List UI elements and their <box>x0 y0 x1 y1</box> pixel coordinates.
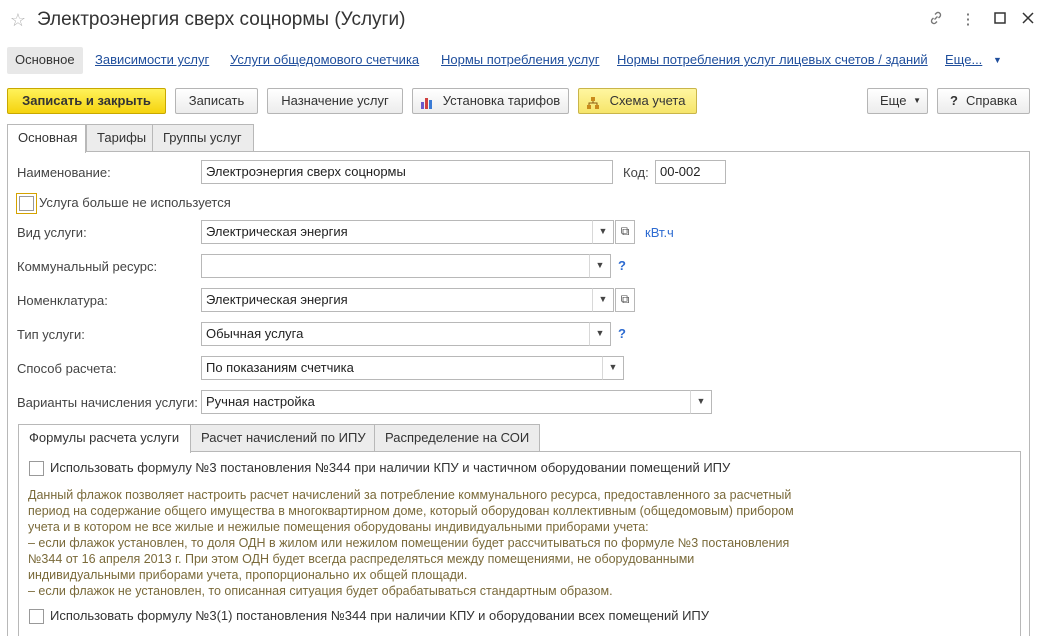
bar-chart-icon <box>420 94 434 118</box>
hint-line: индивидуальными приборами учета, пропорц… <box>28 568 468 582</box>
calc-method-label: Способ расчета: <box>17 361 117 376</box>
resource-dropdown-icon[interactable]: ▼ <box>589 254 611 278</box>
more-menu-button[interactable]: Еще ▼ <box>867 88 928 114</box>
nav-main[interactable]: Основное <box>7 47 83 74</box>
nav-more-arrow-icon[interactable]: ▼ <box>993 55 1002 65</box>
nav-consumption-norms[interactable]: Нормы потребления услуг <box>441 47 599 74</box>
hint-line: – если флажок установлен, то доля ОДН в … <box>28 536 790 550</box>
tab-tariffs[interactable]: Тарифы <box>86 124 153 152</box>
tab-service-groups[interactable]: Группы услуг <box>152 124 254 152</box>
formula31-label: Использовать формулу №3(1) постановления… <box>50 608 710 623</box>
tab-ipu-calc[interactable]: Расчет начислений по ИПУ <box>190 424 375 452</box>
scheme-icon <box>586 94 600 118</box>
code-input[interactable]: 00-002 <box>655 160 726 184</box>
code-label: Код: <box>623 165 649 180</box>
service-type-input[interactable]: Обычная услуга <box>201 322 590 346</box>
name-input[interactable]: Электроэнергия сверх соцнормы <box>201 160 613 184</box>
service-type-help-icon[interactable]: ? <box>618 326 626 341</box>
name-label: Наименование: <box>17 165 111 180</box>
window-title: Электроэнергия сверх соцнормы (Услуги) <box>37 9 406 30</box>
unused-checkbox[interactable] <box>16 193 37 214</box>
nav-more[interactable]: Еще... <box>945 47 982 74</box>
nav-dependencies[interactable]: Зависимости услуг <box>95 47 209 74</box>
formula31-checkbox[interactable] <box>29 609 44 624</box>
nav-account-norms[interactable]: Нормы потребления услуг лицевых счетов /… <box>617 47 928 74</box>
help-question-icon: ? <box>950 93 958 108</box>
more-menu-label: Еще <box>880 93 907 108</box>
section-nav: Основное Зависимости услуг Услуги общедо… <box>0 40 1040 76</box>
set-tariffs-button[interactable]: Установка тарифов <box>412 88 569 114</box>
formula3-hint: Данный флажок позволяет настроить расчет… <box>28 487 848 599</box>
calc-method-dropdown-icon[interactable]: ▼ <box>602 356 624 380</box>
accounting-scheme-label: Схема учета <box>609 93 686 108</box>
save-and-close-button[interactable]: Записать и закрыть <box>7 88 166 114</box>
tab-soi-distribution[interactable]: Распределение на СОИ <box>374 424 540 452</box>
unused-label: Услуга больше не используется <box>39 195 231 210</box>
help-button[interactable]: ? Справка <box>937 88 1030 114</box>
nomenclature-dropdown-icon[interactable]: ▼ <box>592 288 614 312</box>
nomenclature-label: Номенклатура: <box>17 293 108 308</box>
tab-formulas[interactable]: Формулы расчета услуги <box>18 424 191 453</box>
service-kind-label: Вид услуги: <box>17 225 87 240</box>
nomenclature-input[interactable]: Электрическая энергия <box>201 288 593 312</box>
set-tariffs-label: Установка тарифов <box>442 93 561 108</box>
charge-variants-dropdown-icon[interactable]: ▼ <box>690 390 712 414</box>
hint-line: период на содержание общего имущества в … <box>28 504 794 518</box>
close-icon[interactable] <box>1018 10 1038 30</box>
hint-line: Данный флажок позволяет настроить расчет… <box>28 488 792 502</box>
unit-link[interactable]: кВт.ч <box>645 225 674 240</box>
service-kind-open-icon[interactable]: ⧉ <box>615 220 635 244</box>
hint-line: – если флажок не установлен, то описанна… <box>28 584 613 598</box>
charge-variants-input[interactable]: Ручная настройка <box>201 390 691 414</box>
service-kind-dropdown-icon[interactable]: ▼ <box>592 220 614 244</box>
assign-services-button[interactable]: Назначение услуг <box>267 88 403 114</box>
accounting-scheme-button[interactable]: Схема учета <box>578 88 697 114</box>
calc-method-input[interactable]: По показаниям счетчика <box>201 356 603 380</box>
formula3-label: Использовать формулу №3 постановления №3… <box>50 460 731 475</box>
nav-common-meter-services[interactable]: Услуги общедомового счетчика <box>230 47 419 74</box>
more-vertical-icon[interactable]: ⋮ <box>958 10 978 30</box>
save-button[interactable]: Записать <box>175 88 258 114</box>
tab-main[interactable]: Основная <box>7 124 86 153</box>
link-icon[interactable] <box>926 10 946 30</box>
command-bar: Записать и закрыть Записать Назначение у… <box>0 86 1040 116</box>
resource-help-icon[interactable]: ? <box>618 258 626 273</box>
title-bar: ☆ Электроэнергия сверх соцнормы (Услуги)… <box>0 0 1040 40</box>
service-kind-input[interactable]: Электрическая энергия <box>201 220 593 244</box>
favorite-star-icon[interactable]: ☆ <box>8 10 28 30</box>
maximize-icon[interactable] <box>990 10 1010 30</box>
service-type-dropdown-icon[interactable]: ▼ <box>589 322 611 346</box>
help-label: Справка <box>966 93 1017 108</box>
resource-input[interactable] <box>201 254 590 278</box>
chevron-down-icon: ▼ <box>913 96 921 105</box>
hint-line: учета и в котором не все жилые и нежилые… <box>28 520 649 534</box>
hint-line: №344 от 16 апреля 2013 г. При этом ОДН б… <box>28 552 695 566</box>
service-type-label: Тип услуги: <box>17 327 85 342</box>
resource-label: Коммунальный ресурс: <box>17 259 158 274</box>
charge-variants-label: Варианты начисления услуги: <box>17 395 198 410</box>
nomenclature-open-icon[interactable]: ⧉ <box>615 288 635 312</box>
formula3-checkbox[interactable] <box>29 461 44 476</box>
